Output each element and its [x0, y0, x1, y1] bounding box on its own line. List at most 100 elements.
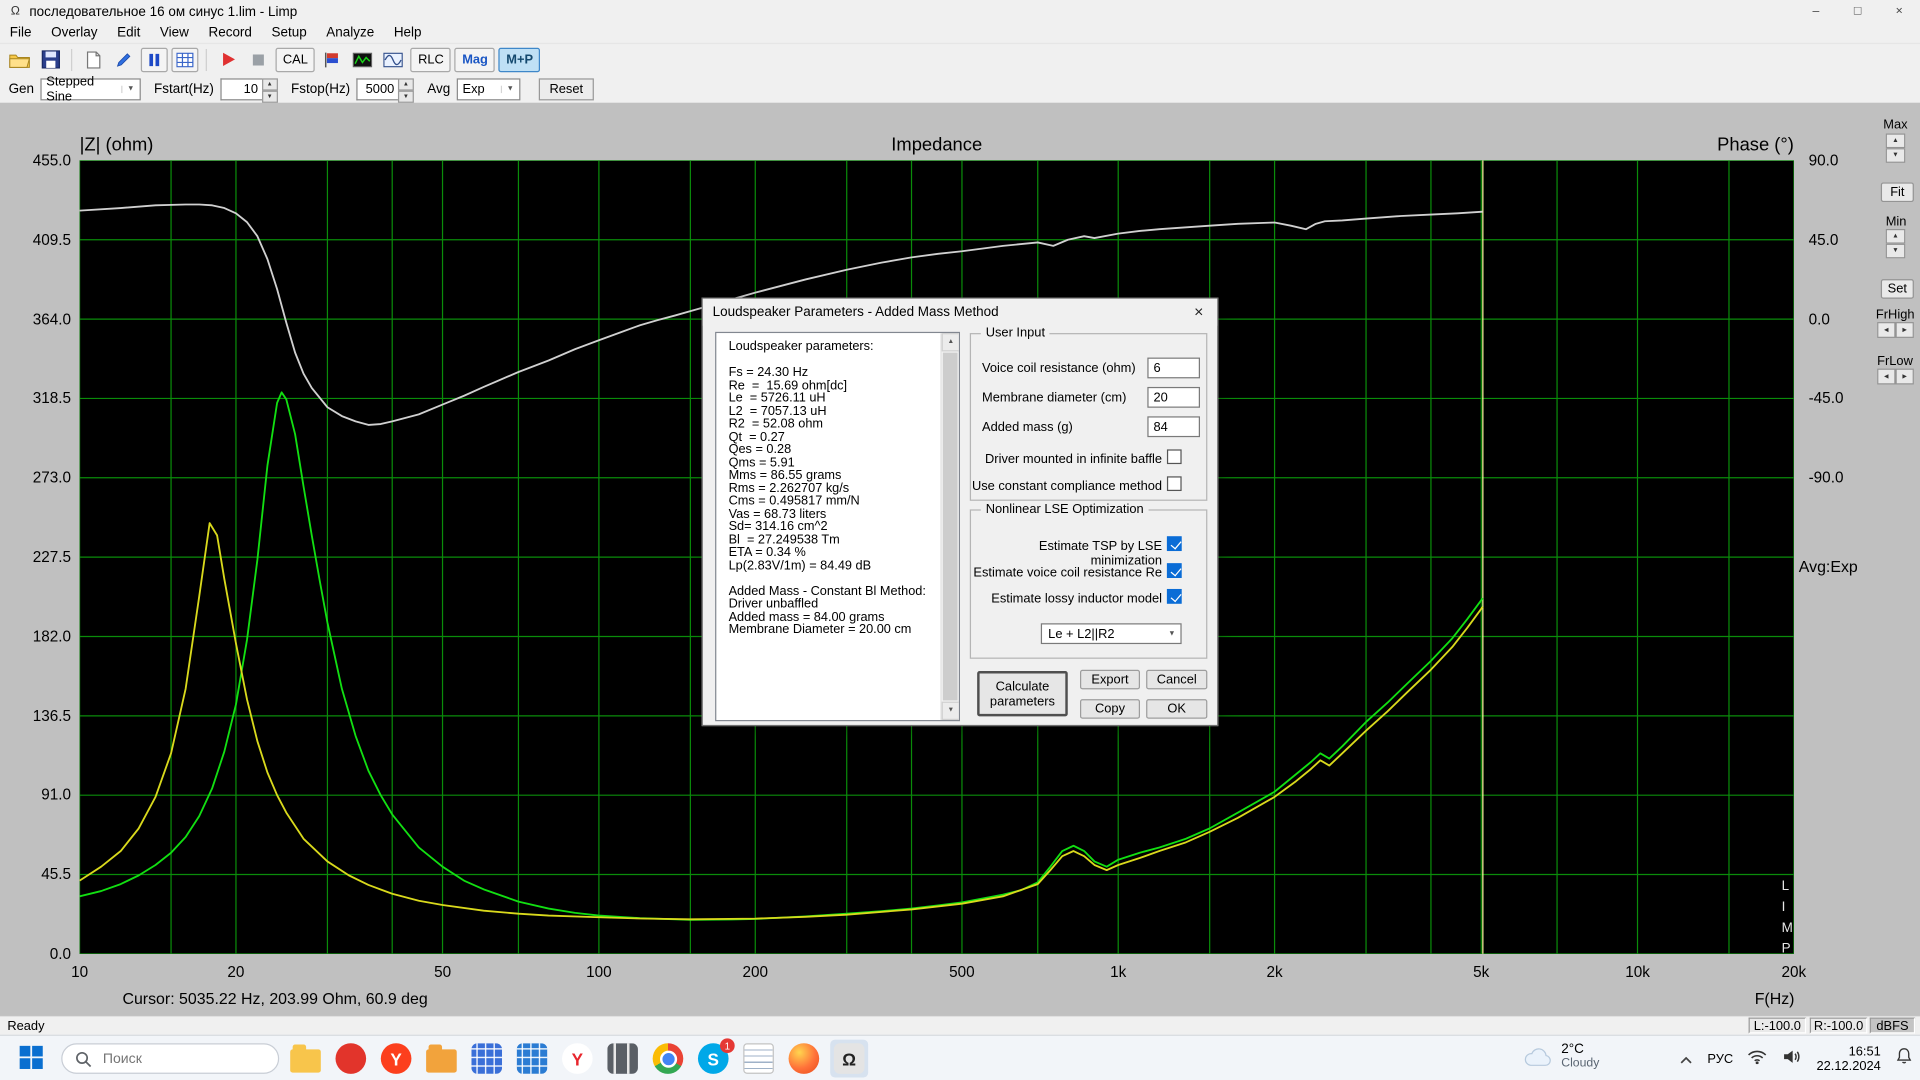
menu-item-setup[interactable]: Setup: [262, 23, 317, 43]
wifi-button[interactable]: [1748, 1048, 1768, 1070]
avg-select[interactable]: Exp▼: [456, 78, 520, 100]
table-button[interactable]: [171, 47, 198, 71]
hidden-icons-button[interactable]: [1680, 1048, 1692, 1070]
reset-button[interactable]: Reset: [538, 78, 594, 100]
max-up-button[interactable]: ▲: [1886, 133, 1906, 148]
mag-button[interactable]: Mag: [455, 47, 495, 71]
limp-app[interactable]: Ω: [830, 1040, 868, 1078]
min-down-button[interactable]: ▼: [1886, 244, 1906, 259]
fit-button[interactable]: Fit: [1881, 182, 1914, 202]
set-button[interactable]: Set: [1881, 279, 1914, 299]
menu-item-record[interactable]: Record: [199, 23, 262, 43]
signal-generator-button[interactable]: [350, 47, 377, 71]
y-axis-tick: 227.5: [0, 549, 71, 566]
chrome[interactable]: [649, 1040, 687, 1078]
fstart-input[interactable]: [220, 78, 262, 100]
lossy-inductor-checkbox[interactable]: [1167, 589, 1182, 604]
fstart-up-button[interactable]: ▲: [262, 78, 278, 90]
scope-button[interactable]: [380, 47, 407, 71]
estimate-re-checkbox[interactable]: [1167, 563, 1182, 578]
constant-compliance-checkbox[interactable]: [1167, 476, 1182, 491]
tiles-app[interactable]: [513, 1040, 551, 1078]
calculate-parameters-button[interactable]: Calculate parameters: [977, 671, 1068, 716]
skype[interactable]: S1: [694, 1040, 732, 1078]
generator-select[interactable]: Stepped Sine▼: [40, 78, 140, 100]
dialog-close-button[interactable]: ×: [1180, 299, 1217, 326]
scrollbar-thumb[interactable]: [943, 353, 958, 701]
save-button[interactable]: [37, 47, 64, 71]
calibration-flag-button[interactable]: [319, 47, 346, 71]
menu-item-help[interactable]: Help: [384, 23, 431, 43]
notes-app[interactable]: [740, 1040, 778, 1078]
membrane-diameter-field[interactable]: [1147, 387, 1200, 408]
frhigh-left-button[interactable]: ◄: [1877, 322, 1895, 338]
scroll-down-icon[interactable]: ▼: [942, 702, 960, 720]
max-down-button[interactable]: ▼: [1886, 148, 1906, 163]
red-app[interactable]: [332, 1040, 370, 1078]
fstart-spinner[interactable]: ▲▼: [220, 78, 278, 100]
orange-folder-app-icon: [426, 1049, 457, 1072]
yandex-search[interactable]: Y: [558, 1040, 596, 1078]
pause-button[interactable]: [141, 47, 168, 71]
frhigh-right-button[interactable]: ►: [1896, 322, 1914, 338]
taskbar-search[interactable]: [61, 1043, 279, 1074]
frlow-spinner[interactable]: ◄►: [1877, 369, 1914, 385]
min-spinner[interactable]: ▲▼: [1886, 229, 1906, 258]
firefox[interactable]: [785, 1040, 823, 1078]
start-button[interactable]: [20, 1046, 43, 1075]
estimate-tsp-checkbox[interactable]: [1167, 536, 1182, 551]
cal-button[interactable]: CAL: [276, 47, 316, 71]
keyboard-app[interactable]: [468, 1040, 506, 1078]
parameters-textbox[interactable]: Loudspeaker parameters: Fs = 24.30 HzRe …: [715, 332, 960, 721]
max-spinner[interactable]: ▲▼: [1886, 133, 1906, 162]
frlow-left-button[interactable]: ◄: [1877, 369, 1895, 385]
weather-widget[interactable]: 2°C Cloudy: [1522, 1042, 1599, 1070]
stop-button[interactable]: [245, 47, 272, 71]
volume-mixer-app[interactable]: [604, 1040, 642, 1078]
file-explorer[interactable]: [287, 1040, 325, 1078]
infinite-baffle-checkbox[interactable]: [1167, 449, 1182, 464]
fstop-spinner[interactable]: ▲▼: [356, 78, 414, 100]
min-up-button[interactable]: ▲: [1886, 229, 1906, 244]
maximize-button[interactable]: □: [1837, 0, 1879, 23]
toolbar-separator: [206, 48, 207, 70]
fstop-input[interactable]: [356, 78, 398, 100]
close-button[interactable]: ×: [1878, 0, 1920, 23]
mag-phase-button[interactable]: M+P: [499, 47, 540, 71]
open-button[interactable]: [6, 47, 33, 71]
copy-page-button[interactable]: [80, 47, 107, 71]
fstart-down-button[interactable]: ▼: [262, 90, 278, 102]
rlc-button[interactable]: RLC: [411, 47, 451, 71]
fstop-down-button[interactable]: ▼: [398, 90, 414, 102]
menu-item-file[interactable]: File: [0, 23, 41, 43]
pen-button[interactable]: [110, 47, 137, 71]
record-play-button[interactable]: [214, 47, 241, 71]
file-explorer-icon: [290, 1049, 321, 1072]
notifications-button[interactable]: [1896, 1047, 1913, 1070]
orange-folder-app[interactable]: [422, 1040, 460, 1078]
yandex-browser[interactable]: Y: [377, 1040, 415, 1078]
frhigh-spinner[interactable]: ◄►: [1877, 322, 1914, 338]
table-grid-icon: [176, 52, 193, 67]
menu-item-edit[interactable]: Edit: [107, 23, 150, 43]
voice-coil-resistance-field[interactable]: [1147, 358, 1200, 379]
menu-item-overlay[interactable]: Overlay: [41, 23, 107, 43]
minimize-button[interactable]: –: [1795, 0, 1837, 23]
inductor-model-select[interactable]: Le + L2||R2▼: [1041, 623, 1182, 644]
copy-button[interactable]: Copy: [1080, 699, 1140, 719]
menu-item-view[interactable]: View: [150, 23, 199, 43]
ok-button[interactable]: OK: [1146, 699, 1207, 719]
fstop-up-button[interactable]: ▲: [398, 78, 414, 90]
volume-button[interactable]: [1782, 1048, 1802, 1070]
export-button[interactable]: Export: [1080, 670, 1140, 690]
cancel-button[interactable]: Cancel: [1146, 670, 1207, 690]
frlow-right-button[interactable]: ►: [1896, 369, 1914, 385]
tray-time: 16:51: [1816, 1044, 1880, 1059]
clock[interactable]: 16:51 22.12.2024: [1816, 1044, 1880, 1073]
search-input[interactable]: [100, 1050, 247, 1067]
language-indicator[interactable]: РУС: [1707, 1051, 1733, 1066]
scrollbar[interactable]: ▲ ▼: [940, 333, 958, 720]
added-mass-field[interactable]: [1147, 416, 1200, 437]
menu-item-analyze[interactable]: Analyze: [317, 23, 385, 43]
scroll-up-icon[interactable]: ▲: [942, 333, 960, 351]
